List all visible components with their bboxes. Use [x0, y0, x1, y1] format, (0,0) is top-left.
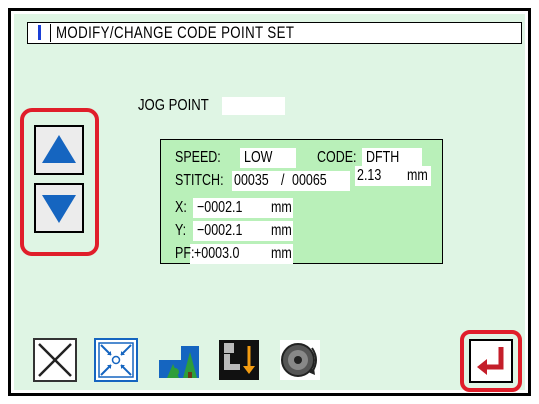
stitch-current: 00035	[234, 172, 269, 189]
x-label: X:	[175, 199, 187, 216]
down-arrow-icon	[42, 195, 76, 223]
stitch-label: STITCH:	[175, 172, 224, 189]
pf-value: +0003.0	[194, 245, 240, 262]
stitch-total: 00065	[292, 172, 327, 189]
pf-label: PF:	[175, 245, 195, 262]
x-value: −0002.1	[197, 199, 243, 216]
center-point-icon	[98, 342, 134, 378]
length-value: 2.13	[357, 167, 382, 184]
enter-icon	[477, 347, 504, 375]
center-button[interactable]	[94, 338, 138, 382]
y-label: Y:	[175, 222, 187, 239]
thread-wheel-button[interactable]	[278, 338, 322, 382]
x-unit: mm	[271, 199, 292, 216]
y-unit: mm	[271, 222, 292, 239]
down-button[interactable]	[34, 183, 84, 233]
stitch-separator: /	[281, 172, 285, 189]
code-value: DFTH	[366, 149, 400, 166]
page-title: MODIFY/CHANGE CODE POINT SET	[56, 23, 295, 42]
speed-value: LOW	[244, 149, 273, 166]
length-unit: mm	[407, 167, 428, 184]
tree-pattern-icon	[159, 346, 199, 378]
up-arrow-icon	[42, 135, 76, 163]
code-label: CODE:	[317, 149, 357, 166]
cancel-button[interactable]	[33, 338, 77, 382]
presser-foot-button[interactable]	[217, 338, 261, 382]
speed-label: SPEED:	[175, 149, 221, 166]
title-separator	[50, 24, 51, 42]
enter-button[interactable]	[469, 339, 513, 383]
close-icon	[38, 343, 72, 377]
y-value: −0002.1	[197, 222, 243, 239]
jog-point-label: JOG POINT	[138, 97, 209, 114]
thread-wheel-icon	[280, 340, 320, 380]
up-button[interactable]	[34, 125, 84, 175]
presser-foot-icon	[219, 340, 259, 380]
tree-pattern-button[interactable]	[157, 338, 201, 382]
pf-unit: mm	[271, 245, 292, 262]
title-marker	[38, 25, 41, 40]
jog-point-field	[222, 97, 285, 115]
